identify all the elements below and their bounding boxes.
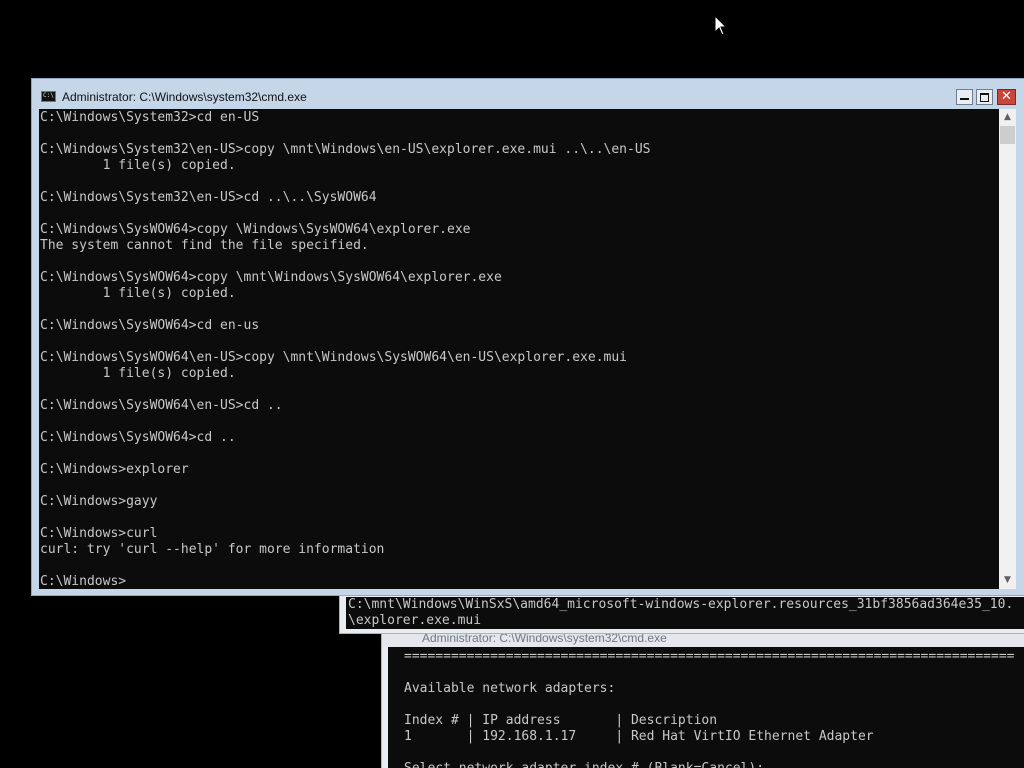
- console-line: C:\Windows>: [40, 574, 127, 589]
- console-line: C:\Windows\System32\en-US>cd ..\..\SysWO…: [40, 190, 377, 205]
- maximize-button[interactable]: [976, 89, 993, 105]
- console-line: C:\Windows\SysWOW64>cd ..: [40, 430, 236, 445]
- console-line: C:\Windows\SysWOW64>cd en-us: [40, 318, 260, 333]
- console-line: curl: try 'curl --help' for more informa…: [40, 542, 385, 557]
- cmd-icon: [41, 91, 56, 102]
- console-line: C:\Windows\SysWOW64>copy \mnt\Windows\Sy…: [40, 270, 502, 285]
- window-title: Administrator: C:\Windows\system32\cmd.e…: [62, 90, 307, 104]
- console-line: C:\Windows\SysWOW64\en-US>copy \mnt\Wind…: [40, 350, 627, 365]
- console-line: \explorer.exe.mui: [348, 613, 482, 628]
- console-line: C:\Windows\SysWOW64>copy \Windows\SysWOW…: [40, 222, 471, 237]
- mouse-pointer-icon: [714, 15, 728, 36]
- console-lines: C:\Windows\System32>cd en-US C:\Windows\S…: [40, 110, 999, 589]
- background-cmd-window-path[interactable]: C:\mnt\Windows\WinSxS\amd64_microsoft-wi…: [339, 590, 1024, 634]
- console-line: 1 file(s) copied.: [40, 158, 236, 173]
- console-output[interactable]: C:\Windows\System32>cd en-US C:\Windows\S…: [39, 109, 999, 589]
- console-line: The system cannot find the file specifie…: [40, 238, 369, 253]
- network-console-output[interactable]: ========================================…: [388, 647, 1024, 768]
- console-line: C:\Windows>curl: [40, 526, 158, 541]
- console-line: C:\Windows\System32\en-US>copy \mnt\Wind…: [40, 142, 651, 157]
- background-cmd-window-network[interactable]: Administrator: C:\Windows\system32\cmd.e…: [381, 628, 1024, 768]
- console-line: C:\mnt\Windows\WinSxS\amd64_microsoft-wi…: [348, 597, 1014, 612]
- scroll-up-arrow-icon[interactable]: ▲: [999, 109, 1016, 126]
- close-button[interactable]: ✕: [997, 89, 1016, 105]
- console-line: 1 | 192.168.1.17 | Red Hat VirtIO Ethern…: [404, 729, 874, 744]
- console-line: Select network adapter index # (Blank=Ca…: [404, 761, 1024, 768]
- vertical-scrollbar[interactable]: ▲ ▼: [999, 109, 1016, 589]
- close-icon: ✕: [1001, 89, 1012, 104]
- title-bar[interactable]: Administrator: C:\Windows\system32\cmd.e…: [32, 79, 1024, 109]
- console-line: Index # | IP address | Description: [404, 713, 718, 728]
- scroll-thumb[interactable]: [1000, 126, 1015, 144]
- console-line: ========================================…: [404, 649, 1015, 664]
- console-line: Available network adapters:: [404, 681, 616, 696]
- path-console-output[interactable]: C:\mnt\Windows\WinSxS\amd64_microsoft-wi…: [346, 597, 1024, 629]
- console-line: C:\Windows\SysWOW64\en-US>cd ..: [40, 398, 283, 413]
- console-line: 1 file(s) copied.: [40, 286, 236, 301]
- console-line: C:\Windows>gayy: [40, 494, 158, 509]
- scroll-down-arrow-icon[interactable]: ▼: [999, 572, 1016, 589]
- minimize-button[interactable]: [956, 89, 973, 105]
- console-line: 1 file(s) copied.: [40, 366, 236, 381]
- console-line: C:\Windows\System32>cd en-US: [40, 110, 260, 125]
- cmd-window[interactable]: Administrator: C:\Windows\system32\cmd.e…: [31, 78, 1024, 596]
- console-line: C:\Windows>explorer: [40, 462, 189, 477]
